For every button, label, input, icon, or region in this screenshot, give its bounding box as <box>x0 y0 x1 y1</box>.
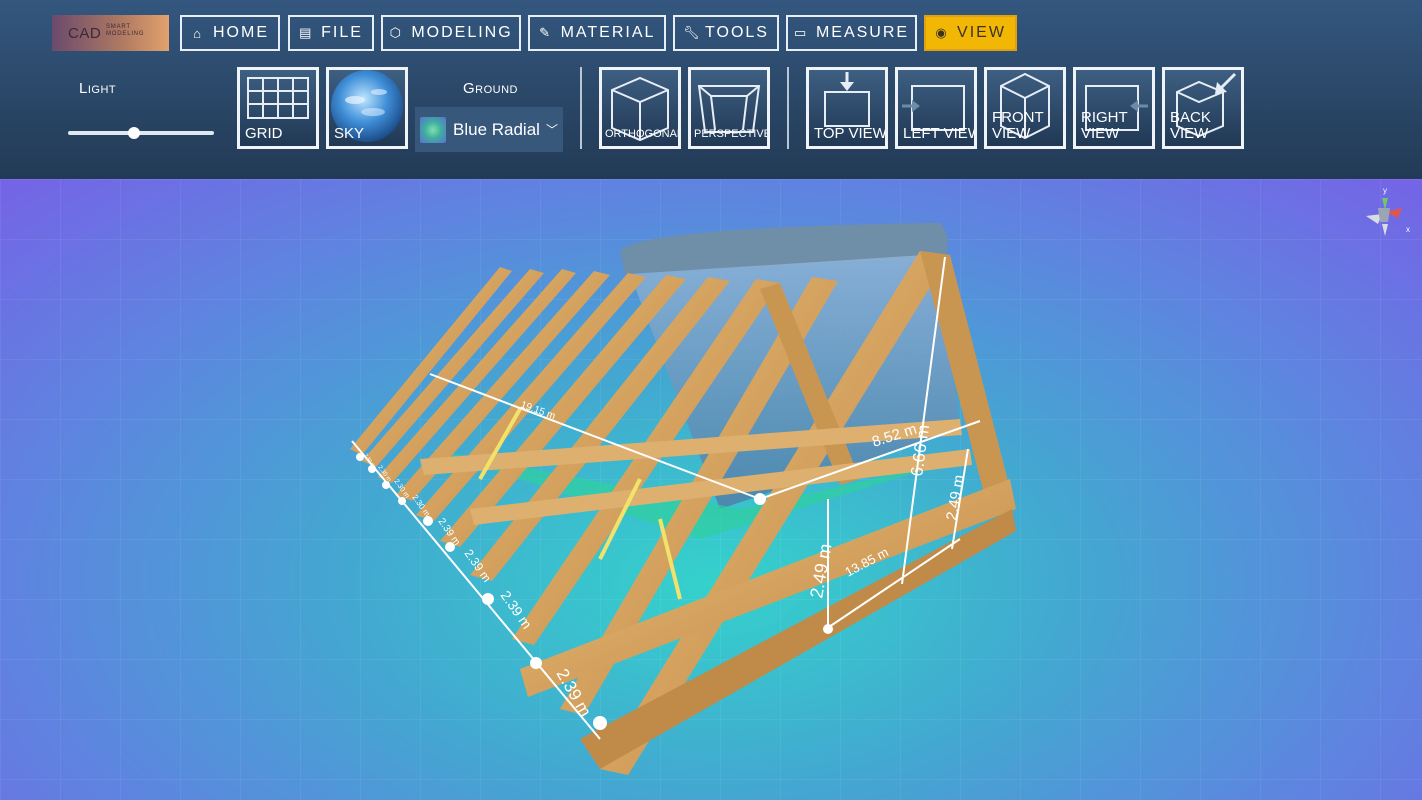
menu-home-button[interactable]: ⌂ HOME <box>180 15 280 51</box>
main-toolbar: CAD SMART MODELING ⌂ HOME ▤ FILE ⬡ MODELI… <box>0 0 1422 179</box>
ground-swatch <box>420 116 446 143</box>
sky-toggle-button[interactable]: SKY <box>326 67 408 149</box>
orthogonal-label: ORTHOGONAL <box>605 128 681 140</box>
menu-material-label: MATERIAL <box>560 24 656 41</box>
menu-material-button[interactable]: ✎ MATERIAL <box>528 15 666 51</box>
neg-y-axis-icon <box>1382 224 1388 236</box>
menu-home-label: HOME <box>213 24 269 41</box>
menu-modeling-label: MODELING <box>411 24 513 41</box>
ruler-icon: ▭ <box>793 25 809 40</box>
ground-label: Ground <box>463 80 518 97</box>
perspective-view-button[interactable]: PERSPECTIVE <box>688 67 770 149</box>
light-slider-track <box>68 131 214 135</box>
gizmo-x-label: x <box>1406 225 1410 234</box>
eye-icon: ◉ <box>935 25 949 40</box>
right-view-button[interactable]: RIGHT VIEW <box>1073 67 1155 149</box>
front-view-button[interactable]: FRONT VIEW <box>984 67 1066 149</box>
logo-sub-text: SMART MODELING <box>106 24 145 37</box>
3d-viewport[interactable]: 19.15 m 8.52 m 6.66 m 2.49 m 2.49 m 13.8… <box>0 179 1422 800</box>
light-slider[interactable] <box>68 127 214 139</box>
back-view-button[interactable]: BACK VIEW <box>1162 67 1244 149</box>
menu-file-button[interactable]: ▤ FILE <box>288 15 374 51</box>
right-view-label: RIGHT VIEW <box>1081 109 1128 142</box>
grid-label: GRID <box>245 125 283 142</box>
top-view-label: TOP VIEW <box>814 125 887 142</box>
menu-tools-label: TOOLS <box>705 24 769 41</box>
toolbar-divider-2 <box>787 67 789 149</box>
logo-main-text: CAD <box>68 25 102 42</box>
gizmo-y-label: y <box>1383 186 1387 195</box>
cube-icon: ⬡ <box>389 25 403 40</box>
chevron-down-icon: ﹀ <box>545 123 558 137</box>
left-view-button[interactable]: LEFT VIEW <box>895 67 977 149</box>
axis-gizmo[interactable]: y x <box>1356 184 1416 244</box>
menu-modeling-button[interactable]: ⬡ MODELING <box>381 15 521 51</box>
menu-measure-button[interactable]: ▭ MEASURE <box>786 15 917 51</box>
light-slider-thumb[interactable] <box>127 127 140 139</box>
front-view-label: FRONT VIEW <box>992 109 1044 142</box>
light-label: Light <box>79 80 117 97</box>
menu-tools-button[interactable]: 🔧︎ TOOLS <box>673 15 779 51</box>
grid-toggle-button[interactable]: GRID <box>237 67 319 149</box>
ground-select[interactable]: Blue Radial ﹀ <box>415 107 563 152</box>
orthogonal-view-button[interactable]: ORTHOGONAL <box>599 67 681 149</box>
app-logo: CAD SMART MODELING <box>52 15 169 51</box>
sky-label: SKY <box>334 125 365 142</box>
toolbar-divider <box>580 67 582 149</box>
roof-truss-model[interactable]: 19.15 m 8.52 m 6.66 m 2.49 m 2.49 m 13.8… <box>0 179 1422 800</box>
file-icon: ▤ <box>299 25 314 40</box>
top-view-button[interactable]: TOP VIEW <box>806 67 888 149</box>
left-view-label: LEFT VIEW <box>903 125 977 142</box>
menu-view-button[interactable]: ◉ VIEW <box>924 15 1017 51</box>
gizmo-center <box>1378 208 1390 222</box>
menu-measure-label: MEASURE <box>815 24 910 41</box>
wrench-icon: 🔧︎ <box>683 25 702 40</box>
menu-view-label: VIEW <box>957 24 1006 41</box>
perspective-label: PERSPECTIVE <box>694 128 770 140</box>
home-icon: ⌂ <box>193 25 203 41</box>
eyedropper-icon: ✎ <box>539 25 553 40</box>
back-view-label: BACK VIEW <box>1170 109 1211 142</box>
ground-select-value: Blue Radial <box>453 119 540 139</box>
menu-file-label: FILE <box>321 24 363 41</box>
